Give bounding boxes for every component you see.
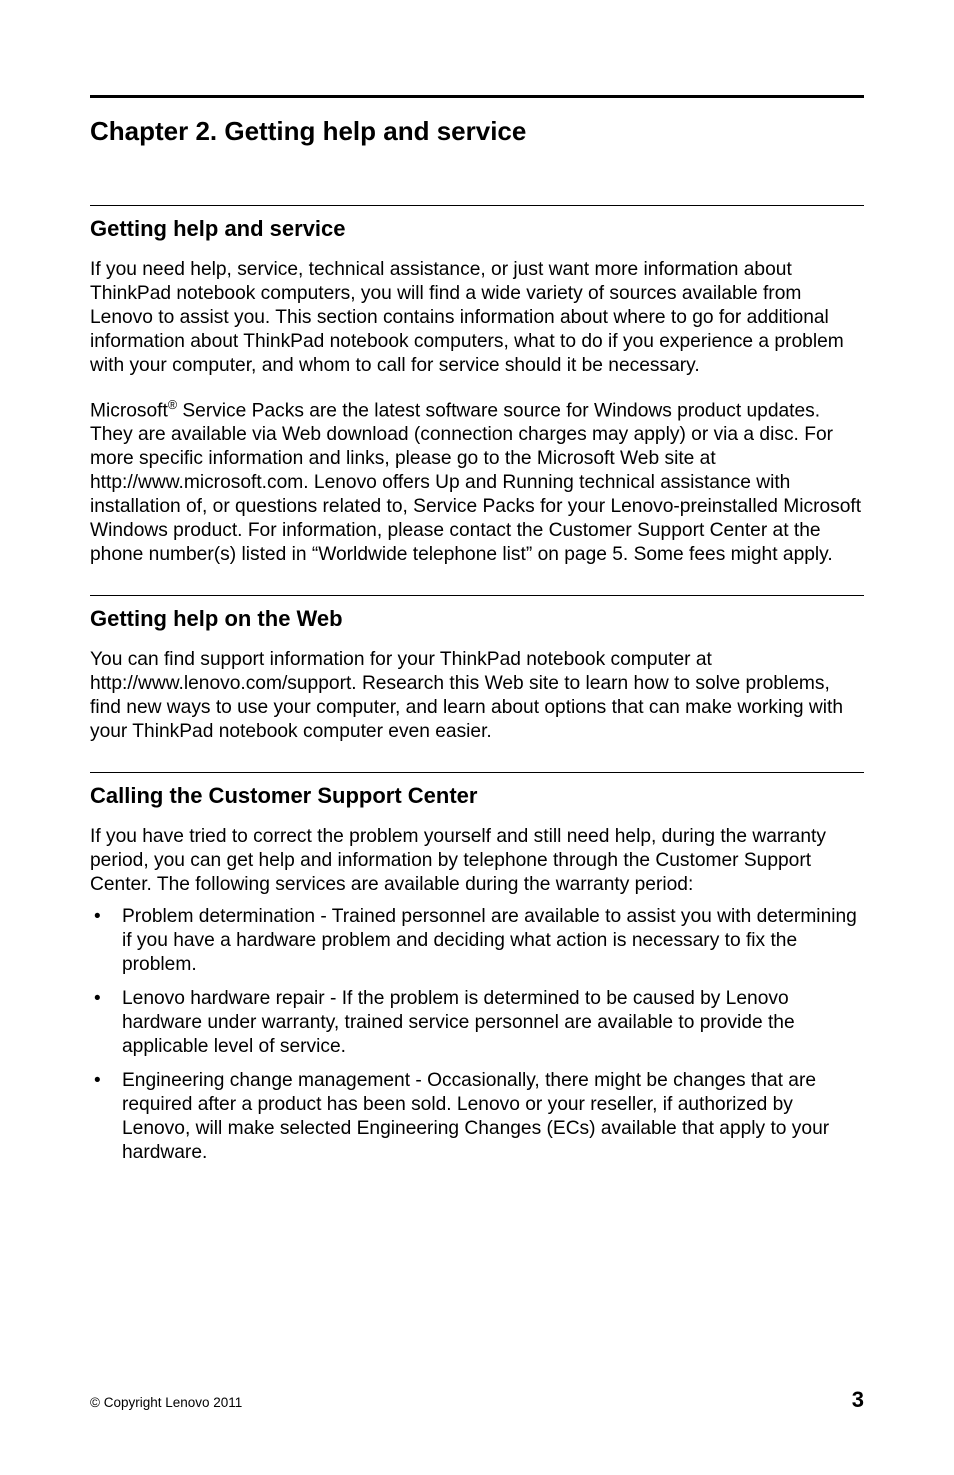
list-item: Problem determination - Trained personne… bbox=[90, 905, 864, 977]
paragraph-service-packs: Microsoft® Service Packs are the latest … bbox=[90, 398, 864, 567]
chapter-title: Chapter 2. Getting help and service bbox=[90, 116, 864, 147]
page-number: 3 bbox=[852, 1387, 864, 1413]
copyright-text: © Copyright Lenovo 2011 bbox=[90, 1395, 242, 1410]
paragraph-calling-intro: If you have tried to correct the problem… bbox=[90, 825, 864, 897]
page-footer: © Copyright Lenovo 2011 3 bbox=[90, 1387, 864, 1413]
list-item: Lenovo hardware repair - If the problem … bbox=[90, 987, 864, 1059]
section-heading-getting-help-service: Getting help and service bbox=[90, 216, 864, 242]
service-packs-text: Service Packs are the latest software so… bbox=[90, 400, 861, 565]
rule-thick-chapter bbox=[90, 95, 864, 98]
registered-trademark-icon: ® bbox=[168, 398, 177, 412]
paragraph-web-support: You can find support information for you… bbox=[90, 648, 864, 744]
services-list: Problem determination - Trained personne… bbox=[90, 905, 864, 1165]
rule-thin-section-3 bbox=[90, 772, 864, 773]
rule-thin-section-1 bbox=[90, 205, 864, 206]
microsoft-text: Microsoft bbox=[90, 400, 168, 421]
list-item: Engineering change management - Occasion… bbox=[90, 1069, 864, 1165]
section-heading-web: Getting help on the Web bbox=[90, 606, 864, 632]
section-heading-calling: Calling the Customer Support Center bbox=[90, 783, 864, 809]
rule-thin-section-2 bbox=[90, 595, 864, 596]
paragraph-intro: If you need help, service, technical ass… bbox=[90, 258, 864, 378]
